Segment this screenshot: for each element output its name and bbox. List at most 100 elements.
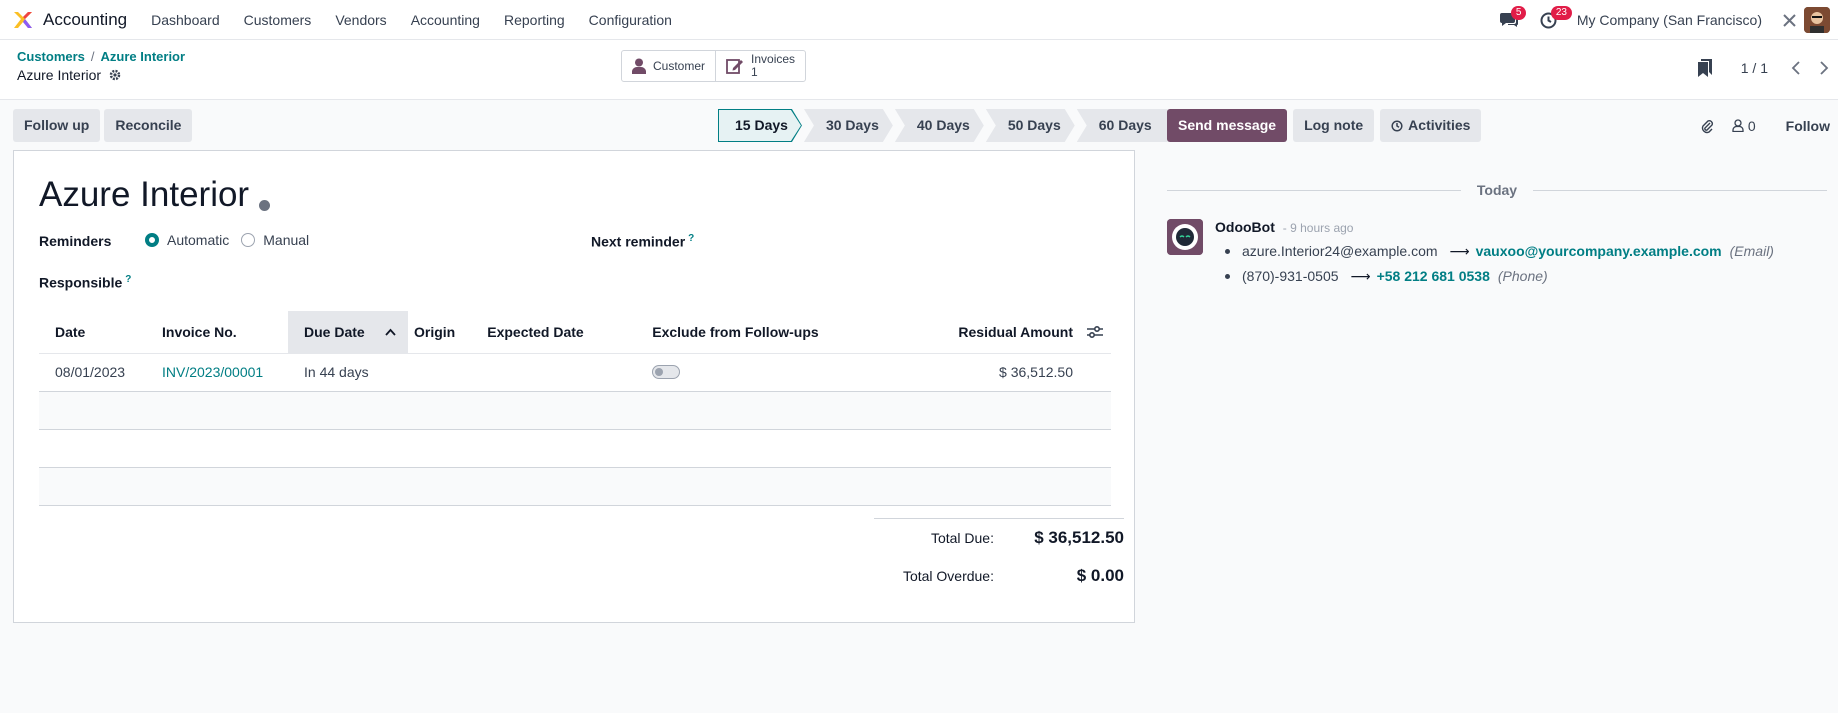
invoices-smart-button[interactable]: Invoices 1 xyxy=(716,51,805,81)
stage-15-days[interactable]: 15 Days xyxy=(718,109,802,142)
next-reminder-label: Next reminder? xyxy=(591,233,695,250)
status-dot xyxy=(259,199,271,211)
smart-buttons: Customer Invoices 1 xyxy=(621,50,807,82)
total-due-row: Total Due: $ 36,512.50 xyxy=(874,519,1124,557)
log-note-button[interactable]: Log note xyxy=(1293,109,1375,142)
message-author[interactable]: OdooBot xyxy=(1215,219,1275,235)
gear-icon[interactable] xyxy=(109,69,121,81)
top-navbar: Accounting Dashboard Customers Vendors A… xyxy=(0,0,1838,40)
invoice-lines-table: Date Invoice No. Due Date Origin Expecte… xyxy=(39,311,1111,506)
user-icon xyxy=(632,58,646,74)
bookmark-icon xyxy=(1697,59,1712,77)
reminders-radio-group: Automatic Manual xyxy=(145,232,321,248)
col-exclude-followups[interactable]: Exclude from Follow-ups xyxy=(636,311,884,354)
user-avatar[interactable] xyxy=(1804,7,1830,33)
new-value[interactable]: vauxoo@yourcompany.example.com xyxy=(1476,239,1722,264)
breadcrumb-current[interactable]: Azure Interior xyxy=(101,49,186,64)
column-settings-icon[interactable] xyxy=(1087,325,1103,339)
cell-invoice-link[interactable]: INV/2023/00001 xyxy=(146,353,288,392)
total-overdue-value: $ 0.00 xyxy=(1076,566,1124,585)
help-icon[interactable]: ? xyxy=(688,233,694,244)
menu-vendors[interactable]: Vendors xyxy=(323,0,398,40)
pager-next[interactable] xyxy=(1810,54,1838,82)
cell-exclude xyxy=(636,353,884,392)
breadcrumb-customers[interactable]: Customers xyxy=(17,49,85,64)
stage-60-days[interactable]: 60 Days xyxy=(1076,109,1168,142)
odoobot-avatar[interactable] xyxy=(1167,219,1203,255)
col-invoice-no[interactable]: Invoice No. xyxy=(146,311,288,354)
chevron-right-icon xyxy=(1820,61,1829,75)
cell-residual-amount: $ 36,512.50 xyxy=(883,353,1111,392)
arrow-right-icon: ⟶ xyxy=(1350,268,1371,284)
total-due-label: Total Due: xyxy=(930,530,994,546)
partner-name-text: Azure Interior xyxy=(39,175,250,214)
responsible-label: Responsible? xyxy=(39,274,132,291)
table-header-row: Date Invoice No. Due Date Origin Expecte… xyxy=(39,311,1111,354)
new-value[interactable]: +58 212 681 0538 xyxy=(1377,264,1490,289)
follow-up-button[interactable]: Follow up xyxy=(13,109,101,142)
chevron-up-icon xyxy=(385,328,396,336)
menu-dashboard[interactable]: Dashboard xyxy=(139,0,232,40)
tracking-change-item: azure.Interior24@example.com ⟶ vauxoo@yo… xyxy=(1229,239,1829,264)
col-residual-amount[interactable]: Residual Amount xyxy=(883,311,1111,354)
col-expected-date[interactable]: Expected Date xyxy=(471,311,637,354)
reminder-automatic-radio[interactable] xyxy=(145,233,159,247)
help-icon[interactable]: ? xyxy=(125,274,131,285)
field-name: (Phone) xyxy=(1497,268,1548,284)
app-name[interactable]: Accounting xyxy=(43,10,127,30)
col-due-date[interactable]: Due Date xyxy=(288,311,408,354)
reminder-manual-label[interactable]: Manual xyxy=(263,232,309,248)
menu-customers[interactable]: Customers xyxy=(232,0,324,40)
reminder-manual-radio[interactable] xyxy=(241,233,256,247)
date-separator-label: Today xyxy=(1476,182,1518,198)
pager-previous[interactable] xyxy=(1782,54,1810,82)
chatter-actions: Send message Log note Activities xyxy=(1167,109,1487,142)
col-origin[interactable]: Origin xyxy=(408,311,472,354)
stage-40-days[interactable]: 40 Days xyxy=(895,109,984,142)
total-overdue-label: Total Overdue: xyxy=(902,568,994,584)
breadcrumb: Customers / Azure Interior xyxy=(17,49,186,64)
messages-badge: 5 xyxy=(1510,6,1527,20)
followup-stage-bar: 15 Days 30 Days 40 Days 50 Days 60 Days xyxy=(718,109,1170,142)
apps-menu-icon[interactable] xyxy=(12,9,34,31)
edit-icon xyxy=(726,59,744,74)
pager: 1 / 1 xyxy=(1691,54,1838,82)
menu-configuration[interactable]: Configuration xyxy=(577,0,684,40)
total-due-value: $ 36,512.50 xyxy=(1034,528,1124,547)
user-outline-icon xyxy=(1732,119,1744,132)
company-switcher[interactable]: My Company (San Francisco) xyxy=(1577,12,1762,28)
pager-value[interactable]: 1 / 1 xyxy=(1741,60,1768,76)
followers-count: 0 xyxy=(1747,117,1756,134)
activities-button[interactable]: 23 xyxy=(1529,0,1572,40)
customer-smart-label: Customer xyxy=(653,59,706,73)
messaging-button[interactable]: 5 xyxy=(1489,0,1529,40)
stage-50-days[interactable]: 50 Days xyxy=(986,109,1075,142)
col-date[interactable]: Date xyxy=(39,311,146,354)
record-title-text: Azure Interior xyxy=(17,67,102,83)
totals-summary: Total Due: $ 36,512.50 Total Overdue: $ … xyxy=(874,518,1124,595)
table-row[interactable]: 08/01/2023 INV/2023/00001 In 44 days $ 3… xyxy=(39,353,1111,392)
followers-button[interactable]: 0 xyxy=(1732,118,1756,134)
debug-tools-button[interactable] xyxy=(1774,0,1804,40)
record-title: Azure Interior xyxy=(17,67,121,83)
bookmark-button[interactable] xyxy=(1691,54,1719,82)
customer-smart-button[interactable]: Customer xyxy=(622,51,717,81)
send-message-button[interactable]: Send message xyxy=(1167,109,1288,142)
reminder-automatic-label[interactable]: Automatic xyxy=(167,232,229,248)
paperclip-icon[interactable] xyxy=(1700,118,1714,134)
activities-chatter-button[interactable]: Activities xyxy=(1380,109,1482,142)
menu-accounting[interactable]: Accounting xyxy=(399,0,492,40)
stage-30-days[interactable]: 30 Days xyxy=(804,109,893,142)
follow-button[interactable]: Follow xyxy=(1786,118,1830,134)
old-value: (870)-931-0505 xyxy=(1242,268,1339,284)
menu-reporting[interactable]: Reporting xyxy=(492,0,577,40)
reconcile-button[interactable]: Reconcile xyxy=(104,109,193,142)
tools-icon xyxy=(1782,13,1796,27)
tracking-change-item: (870)-931-0505 ⟶ +58 212 681 0538 (Phone… xyxy=(1229,264,1829,289)
exclude-toggle[interactable] xyxy=(652,365,681,379)
invoices-smart-count: 1 xyxy=(751,65,758,79)
control-panel: Customers / Azure Interior Azure Interior … xyxy=(0,40,1838,100)
arrow-right-icon: ⟶ xyxy=(1449,243,1470,259)
cell-expected-date[interactable] xyxy=(471,353,637,392)
message-time: - 9 hours ago xyxy=(1282,221,1354,235)
